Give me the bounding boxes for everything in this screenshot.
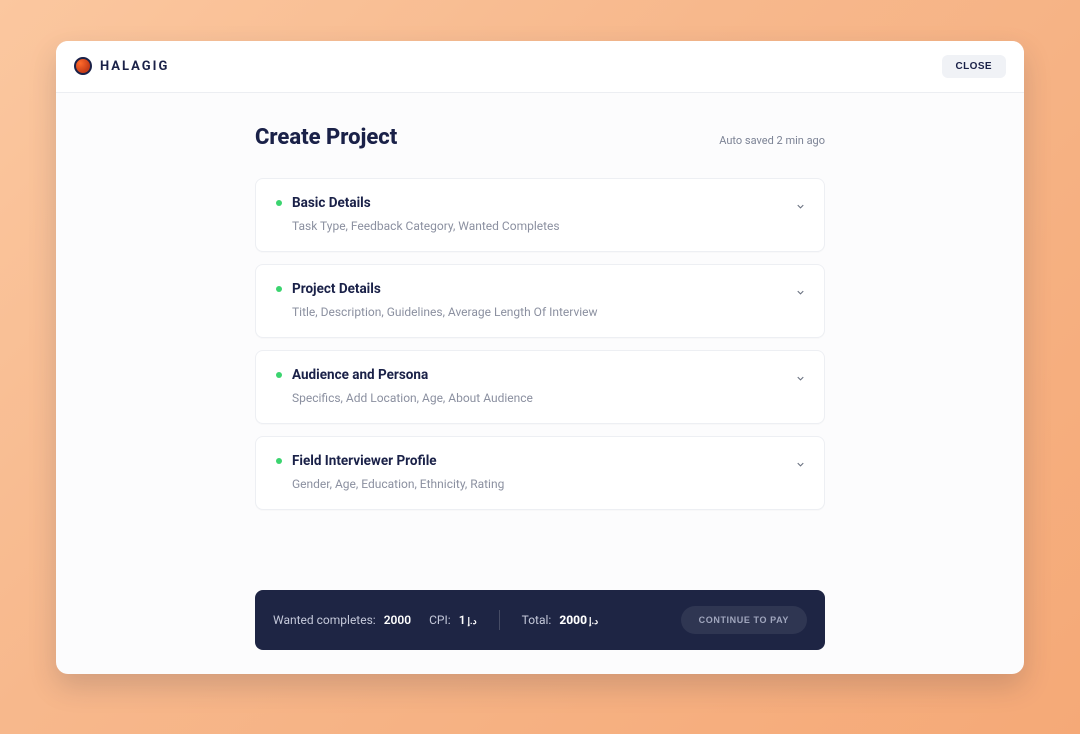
total-value: 2000د.إ [559,613,598,627]
wanted-completes-value: 2000 [384,613,411,627]
status-dot-icon [276,458,282,464]
brand-logo-icon [74,57,92,75]
chevron-down-icon [795,369,806,388]
section-subtitle: Title, Description, Guidelines, Average … [276,305,804,319]
wanted-completes-group: Wanted completes: 2000 [273,613,411,627]
section-basic-details[interactable]: Basic Details Task Type, Feedback Catego… [255,178,825,252]
page-title: Create Project [255,125,397,150]
content-area: Create Project Auto saved 2 min ago Basi… [56,93,1024,674]
section-field-interviewer[interactable]: Field Interviewer Profile Gender, Age, E… [255,436,825,510]
cpi-group: CPI: 1د.إ [429,613,477,627]
total-label: Total: [522,613,552,627]
chevron-down-icon [795,197,806,216]
section-title: Project Details [292,281,381,297]
close-button[interactable]: CLOSE [942,55,1006,78]
sections-list: Basic Details Task Type, Feedback Catego… [255,178,825,510]
section-subtitle: Task Type, Feedback Category, Wanted Com… [276,219,804,233]
cpi-label: CPI: [429,613,451,627]
cpi-value: 1د.إ [459,613,477,627]
chevron-down-icon [795,283,806,302]
total-group: Total: 2000د.إ [522,613,599,627]
section-title: Basic Details [292,195,371,211]
total-currency: د.إ [589,617,598,627]
status-dot-icon [276,372,282,378]
chevron-down-icon [795,455,806,474]
autosave-status: Auto saved 2 min ago [719,134,825,147]
topbar: HALAGIG CLOSE [56,41,1024,93]
section-project-details[interactable]: Project Details Title, Description, Guid… [255,264,825,338]
cpi-currency: د.إ [468,617,477,627]
status-dot-icon [276,200,282,206]
section-subtitle: Specifics, Add Location, Age, About Audi… [276,391,804,405]
wanted-completes-label: Wanted completes: [273,613,376,627]
summary-bar: Wanted completes: 2000 CPI: 1د.إ Total: … [255,590,825,650]
title-row: Create Project Auto saved 2 min ago [255,125,825,150]
brand-name: HALAGIG [100,59,169,74]
section-title: Field Interviewer Profile [292,453,437,469]
section-audience-persona[interactable]: Audience and Persona Specifics, Add Loca… [255,350,825,424]
continue-to-pay-button[interactable]: CONTINUE TO PAY [681,606,807,634]
status-dot-icon [276,286,282,292]
app-window: HALAGIG CLOSE Create Project Auto saved … [56,41,1024,674]
section-title: Audience and Persona [292,367,428,383]
brand: HALAGIG [74,57,169,75]
section-subtitle: Gender, Age, Education, Ethnicity, Ratin… [276,477,804,491]
divider [499,610,500,630]
